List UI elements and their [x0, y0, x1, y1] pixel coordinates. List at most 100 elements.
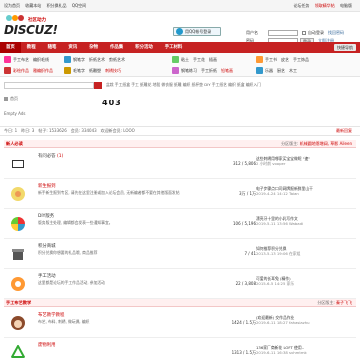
top-link[interactable]: 收藏本站	[25, 3, 41, 8]
subnav-link[interactable]: 铅笔画	[221, 68, 233, 74]
site-logo[interactable]: 社区动力 DISCUZ!	[4, 14, 58, 40]
section-title[interactable]: 新人必读	[6, 141, 23, 147]
subnav-link[interactable]: 剪纸艺术	[109, 57, 125, 63]
nav-item[interactable]: 教程	[21, 42, 42, 53]
forum-name[interactable]: 新生报到	[38, 183, 56, 189]
subnav-link[interactable]: 手工折纸	[201, 68, 217, 74]
subnav-group: 粘土 手工花 插画 钢笔练习 手工折纸 铅笔画	[172, 56, 237, 78]
forum-row[interactable]: 废物利用 1313 / 1.5万 136家厂商新花 LOFT 使用.. 2019-…	[4, 338, 356, 360]
nav-item[interactable]: 作品集	[104, 42, 129, 53]
ticker-text: 403	[102, 100, 122, 105]
quick-nav-button[interactable]: 快捷导航	[334, 44, 356, 51]
sub-nav: 手工布艺 编织毛线 彩绘作品 雅编织作品 钢笔字 折纸艺术 剪纸艺术 毛笔字 纸雕塑 刺绣技…	[0, 53, 360, 77]
subnav-link[interactable]: 插画	[209, 57, 217, 63]
nav-item[interactable]: 首页	[0, 42, 21, 53]
top-link[interactable]: 积分换礼品	[47, 3, 67, 8]
top-link[interactable]: 设为首页	[4, 3, 20, 8]
remember-label: 自动登录	[308, 30, 324, 35]
nav-item[interactable]: 随笔	[42, 42, 63, 53]
subnav-link[interactable]: 乐器	[265, 68, 273, 74]
last-post[interactable]: 如何推荐积分兑换 2013-5-13 19:06 在家组	[256, 246, 356, 256]
forum-name[interactable]: 积分商城	[38, 243, 56, 249]
forum-name[interactable]: DIY版务	[38, 213, 54, 219]
subnav-link[interactable]: 雅编织作品	[33, 68, 53, 74]
clay-icon	[172, 56, 179, 63]
craft-icon	[4, 56, 11, 63]
forum-desc: 布艺, 布料, 刺绣, 做玩偶, 编织	[38, 319, 90, 324]
main-nav: 首页 教程 随笔 资讯 杂物 作品集 积分活动 手工材料 快捷导航	[0, 42, 360, 53]
stat-posts: 帖子: 1533626	[38, 128, 67, 133]
forum-count: 22 / 3,808	[235, 281, 256, 286]
forum-name[interactable]: 布艺教学教程	[38, 312, 64, 318]
forum-row[interactable]: 手工活动 这里都是论坛的手工作品活动, 参加活动 22 / 3,808 可爱的长…	[4, 269, 356, 299]
subnav-link[interactable]: 编织毛线	[33, 57, 49, 63]
pen-icon	[64, 56, 71, 63]
forum-desc: 这里都是论坛的手工作品活动, 参加活动	[38, 280, 105, 285]
forum-row[interactable]: DIY版务 版务版主处理, 编辑都会发表一些通知事宜。 106 / 5,196 …	[4, 209, 356, 239]
doll-forum-icon	[11, 316, 25, 330]
search-input[interactable]	[4, 81, 94, 89]
section-title[interactable]: 手工布艺教学	[6, 300, 31, 306]
top-right-link[interactable]: 领取精华帖	[315, 3, 335, 8]
subnav-link[interactable]: 厨艺	[277, 68, 285, 74]
subnav-link[interactable]: 粘土	[181, 57, 189, 63]
remember-checkbox[interactable]	[302, 31, 306, 35]
subnav-link[interactable]: 钢笔练习	[181, 68, 197, 74]
nav-item[interactable]: 积分活动	[129, 42, 159, 53]
home-icon[interactable]	[4, 97, 8, 101]
last-post[interactable]: 电子步骤点口司网牌报新鲜里山干 2019-4-24 14:12 Taian	[256, 186, 356, 196]
nav-item[interactable]: 杂物	[83, 42, 104, 53]
subnav-link[interactable]: 钢笔字	[73, 57, 85, 63]
breadcrumb-home[interactable]: 首页	[10, 96, 18, 102]
subnav-link[interactable]: 刺绣技巧	[105, 68, 121, 74]
qq-login-button[interactable]: 用QQ帐号登录	[173, 27, 221, 36]
subnav-link[interactable]: 手工布艺	[13, 57, 29, 63]
logo-text: DISCUZ!	[4, 23, 58, 37]
subnav-group: 手工布艺 编织毛线 彩绘作品 雅编织作品	[4, 56, 57, 78]
top-right-link[interactable]: 电脑版	[340, 3, 352, 8]
subnav-link[interactable]: 木工	[289, 68, 297, 74]
subnav-link[interactable]: 手工书	[265, 57, 277, 63]
last-post[interactable]: 漂亮牙十里的小乳写作文 2019-5-11 13:56 Wabadi	[256, 216, 356, 226]
forum-row[interactable]: 有问必答 (1) 312 / 5,806 这些刺绣用哪家买宝宝做呢 "速" 2 小…	[4, 149, 356, 179]
forum-row[interactable]: 积分商城 积分兑换你想要的礼品哦, 商品推荐 7 / 41 如何推荐积分兑换 20…	[4, 239, 356, 269]
forum-desc: 版务版主处理, 编辑都会发表一些通知事宜。	[38, 220, 113, 225]
activity-forum-icon	[11, 277, 25, 291]
top-right-links: 论坛任务 领取精华帖 电脑版	[293, 3, 356, 9]
forgot-password-link[interactable]: 找回密码	[328, 30, 344, 36]
subnav-link[interactable]: 毛笔字	[73, 68, 85, 74]
forum-name[interactable]: 废物利用	[38, 342, 56, 348]
section-header: 手工布艺教学 分区版主: 秦子飞飞	[4, 299, 356, 307]
hot-search-links[interactable]: 盆栽 手工纸盒 手工 纸雕花 地毯 做衣服 纸雕 编织 纸杯垫 DIY 手工纸艺…	[106, 82, 261, 88]
last-post[interactable]: 这些刺绣用哪家买宝宝做呢 "速" 2 小时前 vooper	[256, 156, 356, 166]
forum-count: 312 / 5,806	[233, 161, 256, 166]
forum-name[interactable]: 有问必答 (1)	[38, 153, 63, 159]
subnav-link[interactable]: 纸雕塑	[89, 68, 101, 74]
search-button[interactable]	[94, 81, 102, 89]
music-icon	[256, 67, 263, 74]
last-post[interactable]: 可爱的长耳兔 (精作) 2015-6-5 14:25 家乐	[256, 276, 356, 286]
top-right-link[interactable]: 论坛任务	[293, 3, 309, 8]
nav-item[interactable]: 资讯	[62, 42, 83, 53]
book-icon	[256, 56, 263, 63]
top-link[interactable]: QQ空间	[72, 3, 86, 8]
username-input[interactable]	[268, 30, 298, 36]
subnav-link[interactable]: 折纸艺术	[89, 57, 105, 63]
forum-count: 106 / 5,196	[233, 221, 256, 226]
subnav-link[interactable]: 手工饰品	[293, 57, 309, 63]
subnav-link[interactable]: 手工花	[193, 57, 205, 63]
subnav-link[interactable]: 皮艺	[281, 57, 289, 63]
forum-desc: 新手新生报到专区, 请先在这里注册或加入论坛会员, 无新编者都不要在其他版面发帖	[38, 190, 180, 195]
latest-replies-link[interactable]: 最新回复	[336, 128, 352, 134]
paint-icon	[4, 67, 11, 74]
forum-row[interactable]: 新生报到 新手新生报到专区, 请先在这里注册或加入论坛会员, 无新编者都不要在其…	[4, 179, 356, 209]
last-post[interactable]: (欢迎最新) 交作品作业 2019-6-11 18:27 fahasiazhu	[256, 315, 356, 325]
subnav-group: 手工书 皮艺 手工饰品 乐器 厨艺 木工	[256, 56, 313, 78]
forum-name[interactable]: 手工活动	[38, 273, 56, 279]
nav-item[interactable]: 手工材料	[159, 42, 189, 53]
logo-mark-icon	[6, 15, 24, 21]
last-post[interactable]: 136家厂商新花 LOFT 使用.. 2019-6-11 16:38 svhmtm…	[256, 345, 356, 355]
forum-row[interactable]: 布艺教学教程 布艺, 布料, 刺绣, 做玩偶, 编织 1424 / 1.5万 (…	[4, 308, 356, 338]
qq-login-label: 用QQ帐号登录	[185, 28, 212, 34]
subnav-link[interactable]: 彩绘作品	[13, 68, 29, 74]
